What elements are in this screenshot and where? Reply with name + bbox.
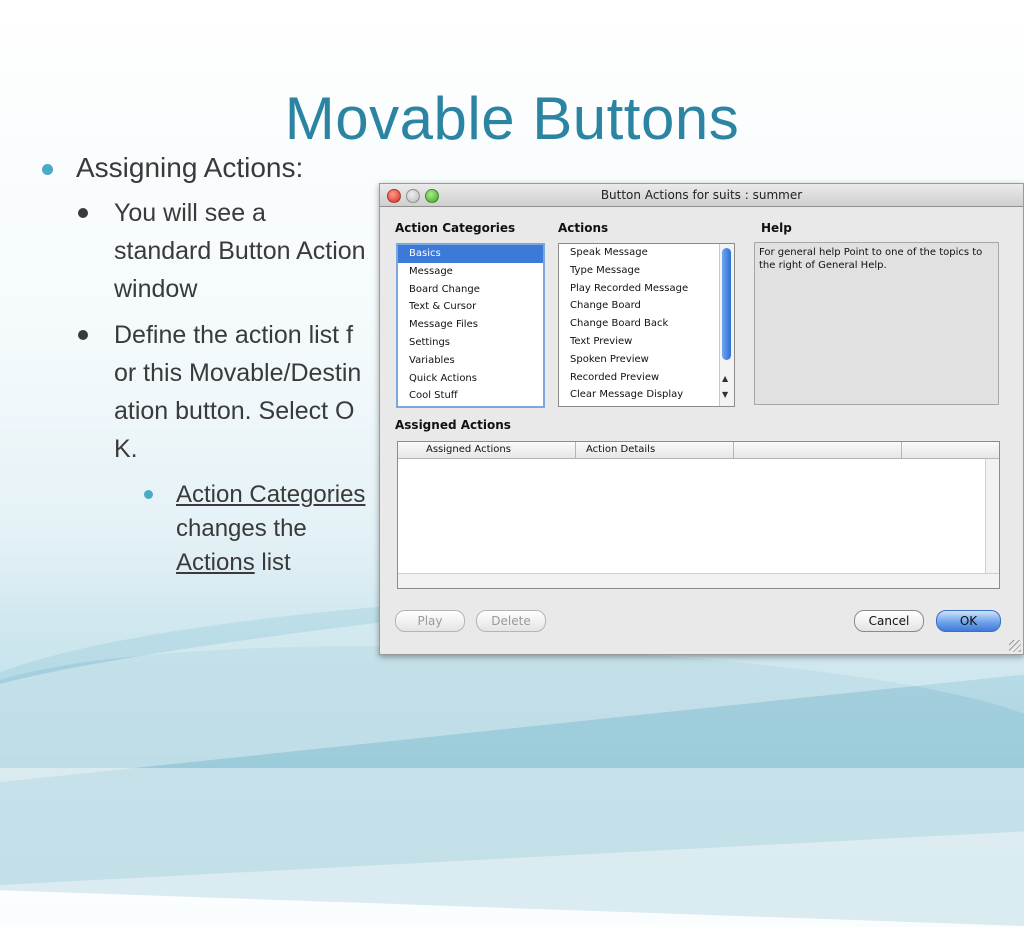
window-title: Button Actions for suits : summer xyxy=(600,188,803,202)
column-header-empty[interactable] xyxy=(734,442,902,458)
category-item[interactable]: Board Change xyxy=(398,281,543,299)
button-actions-window: Button Actions for suits : summer Action… xyxy=(379,183,1024,655)
zoom-icon[interactable] xyxy=(425,189,439,203)
category-item[interactable]: Settings xyxy=(398,334,543,352)
action-categories-label: Action Categories xyxy=(395,221,516,235)
table-horizontal-scrollbar[interactable] xyxy=(398,573,999,588)
cancel-button[interactable]: Cancel xyxy=(854,610,924,632)
column-header-empty[interactable] xyxy=(902,442,999,458)
action-item[interactable]: Text Preview xyxy=(559,333,734,351)
action-item[interactable]: Speak Message xyxy=(559,244,734,262)
table-vertical-scrollbar[interactable] xyxy=(985,459,999,573)
ok-button[interactable]: OK xyxy=(936,610,1001,632)
window-titlebar[interactable]: Button Actions for suits : summer xyxy=(380,184,1023,207)
bullet-level-2: You will see a standard Button Action wi… xyxy=(76,194,366,308)
scroll-thumb[interactable] xyxy=(722,248,731,360)
bullet-dot-icon xyxy=(78,330,88,340)
action-item[interactable]: Recorded Preview xyxy=(559,369,734,387)
bullet-text: list xyxy=(254,549,291,576)
category-item[interactable]: Basics xyxy=(398,245,543,263)
slide-title: Movable Buttons xyxy=(284,85,740,152)
help-text: For general help Point to one of the top… xyxy=(754,242,999,405)
scroll-down-icon[interactable]: ▼ xyxy=(722,390,728,399)
close-icon[interactable] xyxy=(387,189,401,203)
action-item[interactable]: Change Board Back xyxy=(559,315,734,333)
scroll-up-icon[interactable]: ▲ xyxy=(722,374,728,383)
bullet-dot-icon xyxy=(42,164,53,175)
column-header-action-details[interactable]: Action Details xyxy=(576,442,734,458)
category-item[interactable]: Message xyxy=(398,263,543,281)
action-item[interactable]: Clear Message Display xyxy=(559,386,734,404)
bullet-text: Define the action list for this Movable/… xyxy=(114,321,362,463)
bullet-text: Assigning Actions: xyxy=(76,152,304,183)
assigned-actions-label: Assigned Actions xyxy=(395,418,511,432)
action-item[interactable]: Change Board xyxy=(559,297,734,315)
actions-list[interactable]: Speak Message Type Message Play Recorded… xyxy=(558,243,735,407)
bullet-list: Assigning Actions: You will see a standa… xyxy=(36,150,366,580)
assigned-actions-table[interactable]: Assigned Actions Action Details xyxy=(397,441,1000,589)
bullet-dot-icon xyxy=(144,490,153,499)
table-header: Assigned Actions Action Details xyxy=(398,442,999,459)
category-item[interactable]: Quick Actions xyxy=(398,370,543,388)
actions-link[interactable]: Actions xyxy=(176,549,255,576)
delete-button[interactable]: Delete xyxy=(476,610,546,632)
help-label: Help xyxy=(761,221,792,235)
resize-grip-icon[interactable] xyxy=(1009,640,1021,652)
actions-scrollbar[interactable]: ▲ ▼ xyxy=(719,244,734,406)
bullet-level-2: Define the action list for this Movable/… xyxy=(76,316,366,468)
actions-label: Actions xyxy=(558,221,609,235)
play-button[interactable]: Play xyxy=(395,610,465,632)
bullet-text: You will see a standard Button Action wi… xyxy=(114,199,366,303)
category-item[interactable]: Text & Cursor xyxy=(398,298,543,316)
action-categories-list[interactable]: Basics Message Board Change Text & Curso… xyxy=(396,243,545,408)
bullet-dot-icon xyxy=(78,208,88,218)
column-header-assigned-actions[interactable]: Assigned Actions xyxy=(398,442,576,458)
bullet-text: changes the xyxy=(176,515,307,542)
category-item[interactable]: Variables xyxy=(398,352,543,370)
action-item[interactable]: Play Recorded Message xyxy=(559,280,734,298)
action-item[interactable]: Spoken Preview xyxy=(559,351,734,369)
category-item[interactable]: Message Files xyxy=(398,316,543,334)
action-categories-link[interactable]: Action Categories xyxy=(176,481,365,508)
category-item[interactable]: Cool Stuff xyxy=(398,387,543,405)
bullet-level-3: Action Categories changes the Actions li… xyxy=(144,478,366,580)
action-item[interactable]: Type Message xyxy=(559,262,734,280)
bullet-level-1: Assigning Actions: xyxy=(36,150,366,186)
minimize-icon[interactable] xyxy=(406,189,420,203)
